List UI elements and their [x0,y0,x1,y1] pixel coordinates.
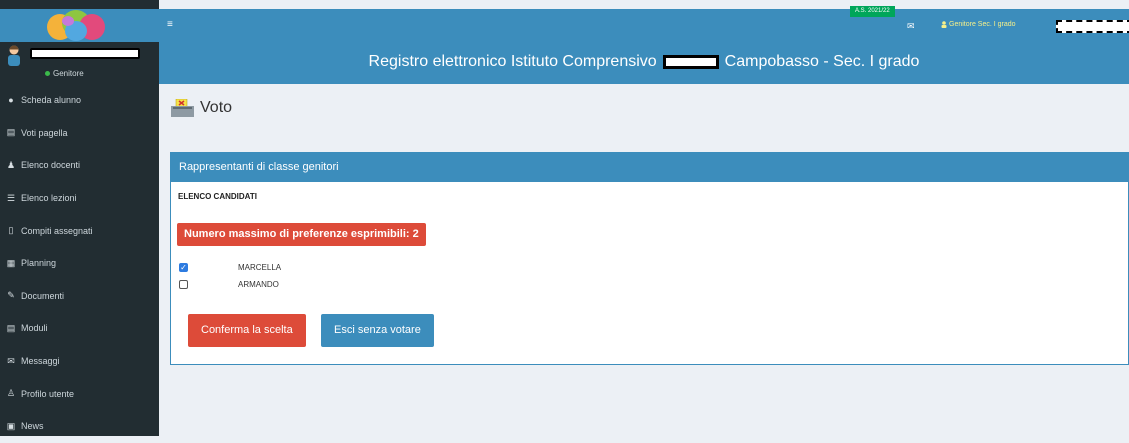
calendar-icon: ▦ [6,257,16,268]
homework-icon: ▯ [8,225,14,236]
confirm-vote-button[interactable]: Conferma la scelta [188,314,306,347]
redacted-user-name [30,48,140,59]
envelope-icon[interactable]: ✉ [907,21,915,32]
ballot-box-icon [171,99,194,117]
profile-icon: ♙ [6,388,16,399]
candidate-checkbox-checked[interactable]: ✓ [179,263,188,272]
sidebar-item-label: News [21,421,44,432]
user-status: Genitore [45,69,84,78]
school-year-badge: A.S. 2021/22 [850,6,895,17]
sidebar-menu: ● Scheda alunno ▤ Voti pagella ♟ Elenco … [0,84,159,443]
voting-panel: Rappresentanti di classe genitori ELENCO… [170,152,1129,365]
sidebar-item-messaggi[interactable]: ✉ Messaggi [0,345,159,378]
documents-icon: ✎ [7,290,15,301]
sidebar-item-elenco-docenti[interactable]: ♟ Elenco docenti [0,149,159,182]
user-panel: Genitore [0,42,159,82]
candidate-name: ARMANDO [238,280,279,289]
sidebar-item-label: Profilo utente [21,388,75,399]
sidebar-item-compiti-assegnati[interactable]: ▯ Compiti assegnati [0,214,159,247]
top-navbar: ≡ A.S. 2021/22 ✉ Genitore Sec. I grado [159,6,1129,42]
exit-without-voting-button[interactable]: Esci senza votare [321,314,434,347]
user-role-label: Genitore Sec. I grado [949,21,1016,28]
max-preferences-alert: Numero massimo di preferenze esprimibili… [177,223,426,246]
report-icon: ▤ [6,127,16,138]
user-role-menu[interactable]: Genitore Sec. I grado [941,21,1016,28]
sidebar-item-label: Elenco docenti [21,160,81,171]
sidebar-item-news[interactable]: ▣ News [0,410,159,443]
sidebar-item-documenti[interactable]: ✎ Documenti [0,280,159,313]
redacted-school-name [662,55,719,69]
forms-icon: ▤ [6,322,16,333]
user-avatar-icon [8,45,20,66]
candidate-row[interactable]: ARMANDO [179,280,279,289]
sidebar-item-planning[interactable]: ▦ Planning [0,247,159,280]
sidebar-item-label: Elenco lezioni [21,193,77,204]
sidebar-item-elenco-lezioni[interactable]: ☰ Elenco lezioni [0,182,159,215]
sidebar-item-label: Moduli [21,323,48,334]
sidebar: Genitore ● Scheda alunno ▤ Voti pagella … [0,0,159,436]
user-icon [941,21,947,28]
sidebar-item-label: Voti pagella [21,127,68,138]
sidebar-item-label: Scheda alunno [21,95,82,106]
sidebar-item-voti-pagella[interactable]: ▤ Voti pagella [0,117,159,150]
envelope-icon: ✉ [7,355,15,366]
news-icon: ▣ [6,420,16,431]
candidate-name: MARCELLA [238,263,282,272]
candidates-heading: ELENCO CANDIDATI [178,192,257,201]
user-icon: ● [8,95,14,106]
menu-toggle-icon[interactable]: ≡ [167,19,173,30]
redacted-account-name[interactable] [1056,20,1129,33]
sidebar-item-label: Messaggi [21,356,60,367]
online-status-icon [45,71,50,76]
page-title-text: Voto [200,99,233,116]
panel-title: Rappresentanti di classe genitori [171,153,1128,182]
school-title-suffix: Campobasso - Sec. I grado [724,53,920,70]
school-logo [47,10,105,41]
page-header: Registro elettronico Istituto Comprensiv… [159,42,1129,84]
logo-area[interactable] [0,9,159,42]
teachers-icon: ♟ [6,159,16,170]
sidebar-item-label: Planning [21,258,57,269]
sidebar-item-label: Compiti assegnati [21,225,93,236]
sidebar-item-profilo-utente[interactable]: ♙ Profilo utente [0,377,159,410]
sidebar-item-scheda-alunno[interactable]: ● Scheda alunno [0,84,159,117]
sidebar-item-label: Documenti [21,290,65,301]
candidate-row[interactable]: ✓ MARCELLA [179,263,281,272]
page-title: Voto [171,99,232,117]
school-title: Registro elettronico Istituto Comprensiv… [159,53,1129,71]
user-status-label: Genitore [53,69,84,78]
school-title-prefix: Registro elettronico Istituto Comprensiv… [368,53,657,70]
candidate-checkbox-unchecked[interactable] [179,280,188,289]
sidebar-item-moduli[interactable]: ▤ Moduli [0,312,159,345]
list-icon: ☰ [6,192,16,203]
